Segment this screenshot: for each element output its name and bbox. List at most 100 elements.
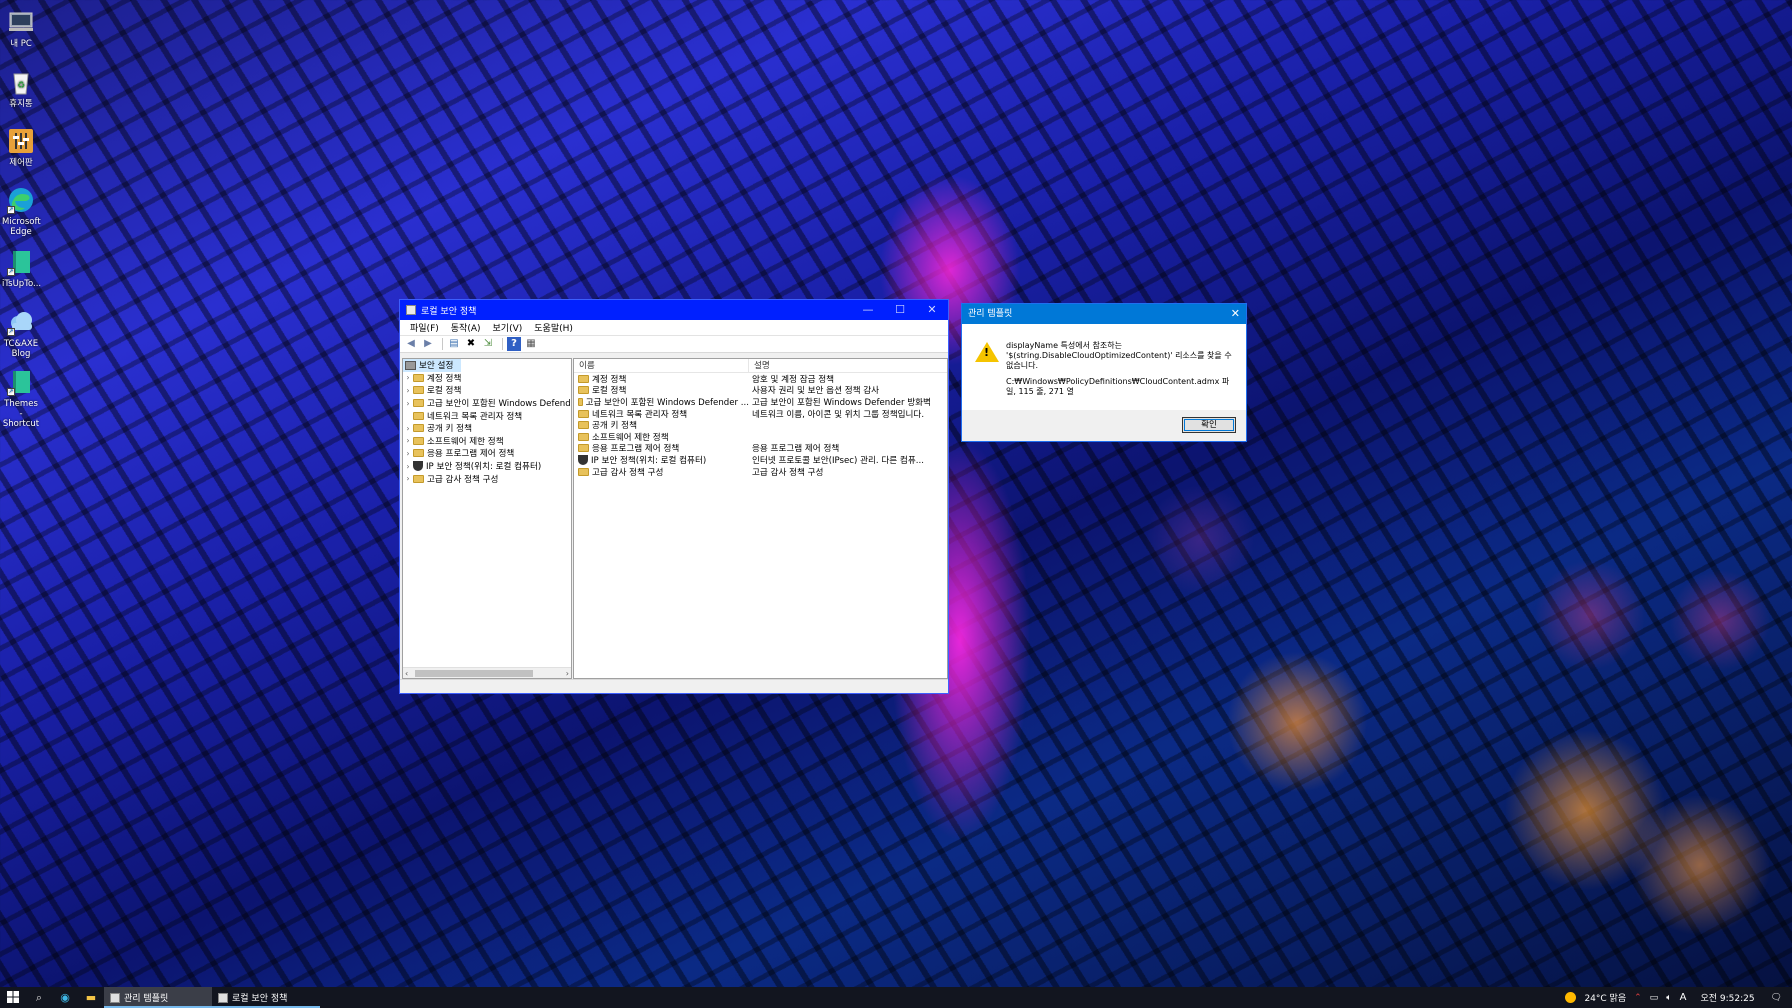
folder-icon — [578, 444, 589, 453]
desktop-icon-label: 제어판 — [9, 158, 33, 168]
list-item-name: 고급 보안이 포함된 Windows Defender ... — [585, 397, 749, 408]
desktop-icon-recycle-bin[interactable]: ♻ 휴지통 — [2, 68, 40, 109]
minimize-icon[interactable]: — — [852, 300, 884, 320]
menu-help[interactable]: 도움말(H) — [528, 321, 579, 334]
tree-item-label: 소프트웨어 제한 정책 — [427, 436, 504, 447]
scrollbar-thumb[interactable] — [415, 670, 533, 677]
list-item[interactable]: 소프트웨어 제한 정책 — [574, 431, 947, 443]
chevron-right-icon[interactable]: › — [403, 449, 413, 458]
policy-icon — [405, 360, 416, 370]
menu-action[interactable]: 동작(A) — [445, 321, 487, 334]
desktop-icon-label: 휴지통 — [9, 99, 33, 109]
list-item-desc: 사용자 권리 및 보안 옵션 정책 감사 — [752, 386, 880, 397]
book-icon: ↗ — [7, 368, 35, 396]
desktop-icon-themes[interactable]: ↗ Themes - Shortcut — [2, 368, 40, 429]
tree-item-public-key[interactable]: › 공개 키 정책 — [403, 422, 571, 435]
list-item-name: IP 보안 정책(위치: 로컬 컴퓨터) — [591, 455, 707, 466]
volume-icon[interactable]: 🔈︎ — [1666, 993, 1671, 1003]
list-item-desc: 고급 보안이 포함된 Windows Defender 방화벽 — [752, 397, 931, 408]
dialog-title-bar[interactable]: 관리 템플릿 ✕ — [962, 304, 1246, 324]
tree-item-ip-security[interactable]: › IP 보안 정책(위치: 로컬 컴퓨터) — [403, 460, 571, 473]
list-item[interactable]: 네트워크 목록 관리자 정책 네트워크 이름, 아이콘 및 위치 그룹 정책입니다… — [574, 408, 947, 420]
desktop-icon-tcaxe-blog[interactable]: ↗ TC&AXE Blog — [2, 308, 40, 359]
scroll-right-icon[interactable]: › — [566, 668, 569, 678]
tree-root[interactable]: 보안 설정 — [403, 359, 461, 372]
desktop-icon-itsupto[interactable]: ↗ iTsUpTo... — [2, 248, 41, 289]
search-icon[interactable]: ⌕ — [26, 987, 52, 1008]
list-item[interactable]: 고급 보안이 포함된 Windows Defender ... 고급 보안이 포함… — [574, 396, 947, 408]
taskbar-item-label: 로컬 보안 정책 — [232, 994, 288, 1004]
chevron-up-icon[interactable]: ⌃ — [1634, 993, 1642, 1003]
help-icon[interactable]: ? — [507, 337, 521, 351]
weather-sun-icon[interactable] — [1565, 992, 1577, 1003]
tree-item-local-policy[interactable]: › 로컬 정책 — [403, 384, 571, 397]
clock[interactable]: 오전 9:52:25 — [1700, 991, 1754, 1004]
list-item[interactable]: 응용 프로그램 제어 정책 응용 프로그램 제어 정책 — [574, 443, 947, 455]
status-bar — [400, 679, 948, 693]
list-item-desc: 고급 감사 정책 구성 — [752, 467, 824, 478]
ok-button[interactable]: 확인 — [1182, 417, 1236, 433]
properties-icon[interactable]: ▦ — [524, 337, 538, 351]
tree-item-network-list[interactable]: 네트워크 목록 관리자 정책 — [403, 409, 571, 422]
delete-icon[interactable]: ✖ — [464, 337, 478, 351]
list-item[interactable]: 계정 정책 암호 및 계정 잠금 정책 — [574, 373, 947, 385]
export-list-icon[interactable]: ⇲ — [481, 337, 495, 351]
dialog-message-line2: C:₩Windows₩PolicyDefinitions₩CloudConten… — [1006, 377, 1230, 396]
tree-item-label: 로컬 정책 — [427, 386, 462, 397]
close-icon[interactable]: ✕ — [916, 300, 948, 320]
taskbar-item-local-security-policy[interactable]: 로컬 보안 정책 — [212, 987, 320, 1008]
column-name-header[interactable]: 이름 — [574, 359, 749, 372]
column-desc-header[interactable]: 설명 — [749, 359, 947, 372]
dialog-message-line1: displayName 특성에서 참조하는 '$(string.DisableC… — [1006, 341, 1232, 370]
notification-icon[interactable]: 🗨︎ — [1771, 993, 1782, 1003]
dialog-title: 관리 템플릿 — [968, 309, 1013, 319]
title-bar[interactable]: 로컬 보안 정책 — ☐ ✕ — [400, 300, 948, 320]
desktop-icon-edge[interactable]: ↗ Microsoft Edge — [2, 186, 41, 237]
chevron-right-icon[interactable]: › — [403, 373, 413, 382]
app-icon — [218, 992, 228, 1003]
taskbar-item-admin-template[interactable]: 관리 템플릿 — [104, 987, 212, 1008]
menu-file[interactable]: 파일(F) — [404, 321, 445, 334]
chevron-right-icon[interactable]: › — [403, 399, 413, 408]
weather-text[interactable]: 24°C 맑음 — [1584, 991, 1626, 1004]
ime-indicator[interactable]: A — [1680, 992, 1687, 1003]
chevron-right-icon[interactable]: › — [403, 462, 413, 471]
list-item[interactable]: 로컬 정책 사용자 권리 및 보안 옵션 정책 감사 — [574, 385, 947, 397]
network-icon[interactable]: ▭ — [1650, 993, 1659, 1003]
chevron-right-icon[interactable]: › — [403, 424, 413, 433]
start-icon[interactable] — [0, 987, 26, 1008]
tree-item-defender-firewall[interactable]: › 고급 보안이 포함된 Windows Defend — [403, 397, 571, 410]
tree-item-advanced-audit[interactable]: › 고급 감사 정책 구성 — [403, 472, 571, 485]
list-item[interactable]: 고급 감사 정책 구성 고급 감사 정책 구성 — [574, 466, 947, 478]
tree-item-software-restriction[interactable]: › 소프트웨어 제한 정책 — [403, 435, 571, 448]
tree-item-app-control[interactable]: › 응용 프로그램 제어 정책 — [403, 447, 571, 460]
show-hide-tree-icon[interactable]: ▤ — [447, 337, 461, 351]
app-icon — [406, 305, 416, 315]
chevron-right-icon[interactable]: › — [403, 436, 413, 445]
list-item-name: 고급 감사 정책 구성 — [592, 467, 664, 478]
desktop-icon-my-pc[interactable]: 내 PC — [2, 8, 40, 49]
chevron-right-icon[interactable]: › — [403, 474, 413, 483]
desktop-icon-control-panel[interactable]: 제어판 — [2, 127, 40, 168]
menu-view[interactable]: 보기(V) — [487, 321, 529, 334]
scroll-left-icon[interactable]: ‹ — [405, 668, 408, 678]
close-icon[interactable]: ✕ — [1231, 304, 1240, 324]
tree-item-label: 공개 키 정책 — [427, 424, 472, 435]
folder-icon — [413, 411, 424, 420]
edge-icon[interactable]: ◉ — [52, 987, 78, 1008]
file-explorer-icon[interactable]: ▬ — [78, 987, 104, 1008]
maximize-icon[interactable]: ☐ — [884, 300, 916, 320]
list-item[interactable]: 공개 키 정책 — [574, 419, 947, 431]
horizontal-scrollbar[interactable]: ‹ › — [403, 667, 571, 678]
back-icon[interactable]: ◀ — [404, 337, 418, 351]
folder-icon — [578, 386, 589, 395]
cloud-icon: ↗ — [7, 308, 35, 336]
tree-item-account-policy[interactable]: › 계정 정책 — [403, 372, 571, 385]
list-item[interactable]: IP 보안 정책(위치: 로컬 컴퓨터) 인터넷 프로토콜 보안(IPsec) 관… — [574, 454, 947, 466]
forward-icon[interactable]: ▶ — [421, 337, 435, 351]
chevron-right-icon[interactable]: › — [403, 386, 413, 395]
list-item-name: 응용 프로그램 제어 정책 — [592, 444, 680, 455]
system-tray: 24°C 맑음 ⌃ ▭ 🔈︎ A 오전 9:52:25 🗨︎ — [1561, 987, 1792, 1008]
computer-icon — [7, 8, 35, 36]
folder-icon — [413, 386, 424, 395]
